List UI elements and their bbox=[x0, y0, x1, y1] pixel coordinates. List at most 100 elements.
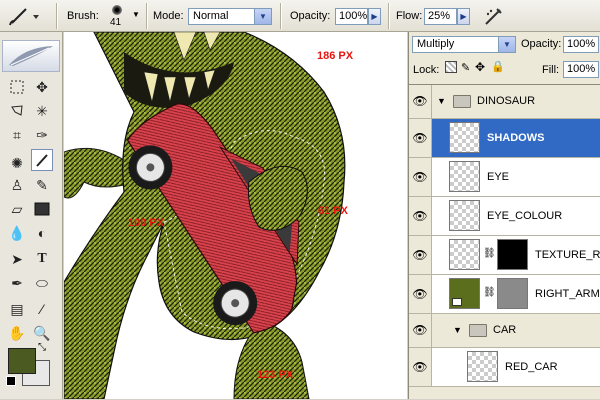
layer-right-arm[interactable]: 👁 ⛓ RIGHT_ARM bbox=[409, 275, 600, 314]
measure-label-top: 186 PX bbox=[317, 50, 354, 62]
layer-red-car[interactable]: 👁 RED_CAR bbox=[409, 348, 600, 387]
lock-all-icon[interactable]: 🔒 bbox=[491, 60, 505, 73]
layer-thumbnail bbox=[449, 278, 480, 309]
magic-wand-tool-icon[interactable]: ✳ bbox=[31, 100, 53, 122]
clone-stamp-tool-icon[interactable]: ♙ bbox=[6, 174, 28, 196]
visibility-eye-icon[interactable]: 👁 bbox=[409, 119, 432, 157]
flow-slider-button[interactable]: ▶ bbox=[457, 8, 470, 25]
layer-thumbnail bbox=[467, 351, 498, 382]
lock-transparency-icon[interactable] bbox=[445, 61, 457, 73]
airbrush-toggle[interactable] bbox=[482, 5, 506, 27]
layer-mask-thumbnail[interactable] bbox=[497, 278, 528, 309]
feather-logo-icon[interactable] bbox=[2, 40, 60, 72]
layer-name: TEXTURE_RAP bbox=[535, 249, 600, 261]
brush-label: Brush: bbox=[67, 10, 99, 22]
expand-triangle-icon[interactable]: ▼ bbox=[437, 96, 446, 106]
layer-eye-colour[interactable]: 👁 EYE_COLOUR bbox=[409, 197, 600, 236]
shape-tool-icon[interactable]: ⬭ bbox=[31, 272, 53, 294]
lock-position-icon[interactable]: ✥ bbox=[475, 60, 485, 74]
visibility-eye-icon[interactable]: 👁 bbox=[409, 314, 432, 347]
swap-colors-icon[interactable]: ⤡ bbox=[38, 342, 46, 353]
layers-panel: Multiply ▼ Opacity: 100% Lock: ✎ ✥ 🔒 Fil… bbox=[408, 32, 600, 399]
chain-link-icon[interactable]: ⛓ bbox=[483, 248, 496, 259]
notes-tool-icon[interactable]: ▤ bbox=[6, 298, 28, 320]
visibility-eye-icon[interactable]: 👁 bbox=[409, 348, 432, 386]
folder-icon bbox=[469, 324, 487, 337]
flow-value: 25% bbox=[428, 10, 451, 22]
layers-list: 👁 ▼ DINOSAUR 👁 SHADOWS 👁 EYE 👁 EYE_COLOU… bbox=[409, 84, 600, 400]
brush-picker[interactable]: 41 ▼ bbox=[104, 2, 140, 30]
lock-pixels-icon[interactable]: ✎ bbox=[461, 61, 470, 74]
layer-name: RIGHT_ARM bbox=[535, 288, 600, 300]
blend-mode-select[interactable]: Multiply ▼ bbox=[412, 36, 516, 53]
blend-mode-value: Multiply bbox=[417, 38, 455, 50]
path-selection-tool-icon[interactable]: ➤ bbox=[6, 248, 28, 270]
measure-label-left: 100 PX bbox=[128, 217, 165, 229]
layer-eye[interactable]: 👁 EYE bbox=[409, 158, 600, 197]
options-bar: Brush: 41 ▼ Mode: Normal ▼ Opacity: 100%… bbox=[0, 0, 600, 32]
dodge-tool-icon[interactable]: ◐ bbox=[31, 222, 53, 244]
move-tool-icon[interactable]: ✥ bbox=[31, 76, 53, 98]
gradient-tool-icon[interactable] bbox=[31, 198, 53, 220]
opacity-slider-button[interactable]: ▶ bbox=[368, 8, 381, 25]
crop-tool-icon[interactable]: ⌗ bbox=[6, 124, 28, 146]
adjustment-icon bbox=[452, 298, 462, 306]
document-canvas[interactable]: 186 PX 100 PX 61 PX 123 PX bbox=[64, 32, 407, 399]
layer-opacity-value: 100% bbox=[567, 38, 596, 50]
expand-triangle-icon[interactable]: ▼ bbox=[453, 325, 462, 335]
chevron-right-icon: ▶ bbox=[371, 12, 378, 21]
layer-thumbnail bbox=[449, 200, 480, 231]
eraser-tool-icon[interactable]: ▱ bbox=[6, 198, 28, 220]
layer-shadows[interactable]: 👁 SHADOWS bbox=[409, 119, 600, 158]
layer-opacity-field[interactable]: 100% bbox=[563, 36, 599, 53]
layer-group-dinosaur[interactable]: 👁 ▼ DINOSAUR bbox=[409, 85, 600, 119]
opacity-field[interactable]: 100% bbox=[335, 8, 368, 25]
visibility-eye-icon[interactable]: 👁 bbox=[409, 275, 432, 313]
visibility-eye-icon[interactable]: 👁 bbox=[409, 236, 432, 274]
brush-tool-preset-icon[interactable] bbox=[6, 5, 42, 27]
fill-label: Fill: bbox=[542, 64, 560, 76]
visibility-eye-icon[interactable]: 👁 bbox=[409, 197, 432, 235]
layer-name: EYE bbox=[487, 171, 510, 183]
type-tool-icon[interactable]: T bbox=[31, 248, 53, 270]
layer-name: RED_CAR bbox=[505, 361, 558, 373]
layer-texture-rap[interactable]: 👁 ⛓ TEXTURE_RAP bbox=[409, 236, 600, 275]
layer-thumbnail bbox=[449, 122, 480, 153]
foreground-color-swatch[interactable] bbox=[8, 348, 36, 374]
chain-link-icon[interactable]: ⛓ bbox=[483, 287, 496, 298]
layer-name: SHADOWS bbox=[487, 132, 545, 144]
visibility-eye-icon[interactable]: 👁 bbox=[409, 158, 432, 196]
marquee-tool-icon[interactable] bbox=[6, 76, 28, 98]
layer-name: CAR bbox=[493, 324, 517, 336]
mode-value: Normal bbox=[193, 10, 229, 22]
healing-brush-tool-icon[interactable]: ✺ bbox=[6, 152, 28, 174]
toolbox: ✥ ✳ ⌗ ✑ ✺ ♙ ✎ ▱ 💧 ◐ ➤ T ✒ ⬭ ▤ ⁄ ✋ 🔍 ⤡ bbox=[0, 32, 63, 399]
visibility-eye-icon[interactable]: 👁 bbox=[409, 85, 432, 118]
layer-group-car[interactable]: 👁 ▼ CAR bbox=[409, 314, 600, 348]
separator bbox=[388, 3, 389, 29]
layer-name: EYE_COLOUR bbox=[487, 210, 563, 222]
eyedropper-tool-icon[interactable]: ⁄ bbox=[31, 298, 53, 320]
folder-icon bbox=[453, 95, 471, 108]
zoom-tool-icon[interactable]: 🔍 bbox=[31, 322, 53, 344]
lasso-tool-icon[interactable] bbox=[6, 100, 28, 122]
layer-opacity-label: Opacity: bbox=[521, 38, 562, 50]
layer-mask-thumbnail[interactable] bbox=[497, 239, 528, 270]
mode-select[interactable]: Normal ▼ bbox=[188, 8, 272, 25]
measure-label-bottom: 123 PX bbox=[257, 369, 294, 381]
separator bbox=[146, 3, 147, 29]
pen-tool-icon[interactable]: ✒ bbox=[6, 272, 28, 294]
brush-tool-icon[interactable] bbox=[31, 149, 53, 171]
flow-field[interactable]: 25% bbox=[424, 8, 457, 25]
blur-tool-icon[interactable]: 💧 bbox=[6, 222, 28, 244]
default-colors-icon[interactable] bbox=[6, 376, 16, 386]
hand-tool-icon[interactable]: ✋ bbox=[6, 322, 28, 344]
layer-thumbnail bbox=[449, 161, 480, 192]
lock-label: Lock: bbox=[413, 64, 440, 76]
slice-tool-icon[interactable]: ✑ bbox=[31, 124, 53, 146]
history-brush-tool-icon[interactable]: ✎ bbox=[31, 174, 53, 196]
chevron-down-icon: ▼ bbox=[132, 10, 140, 19]
fill-field[interactable]: 100% bbox=[563, 61, 599, 78]
opacity-value: 100% bbox=[339, 10, 368, 22]
artwork bbox=[64, 32, 346, 399]
